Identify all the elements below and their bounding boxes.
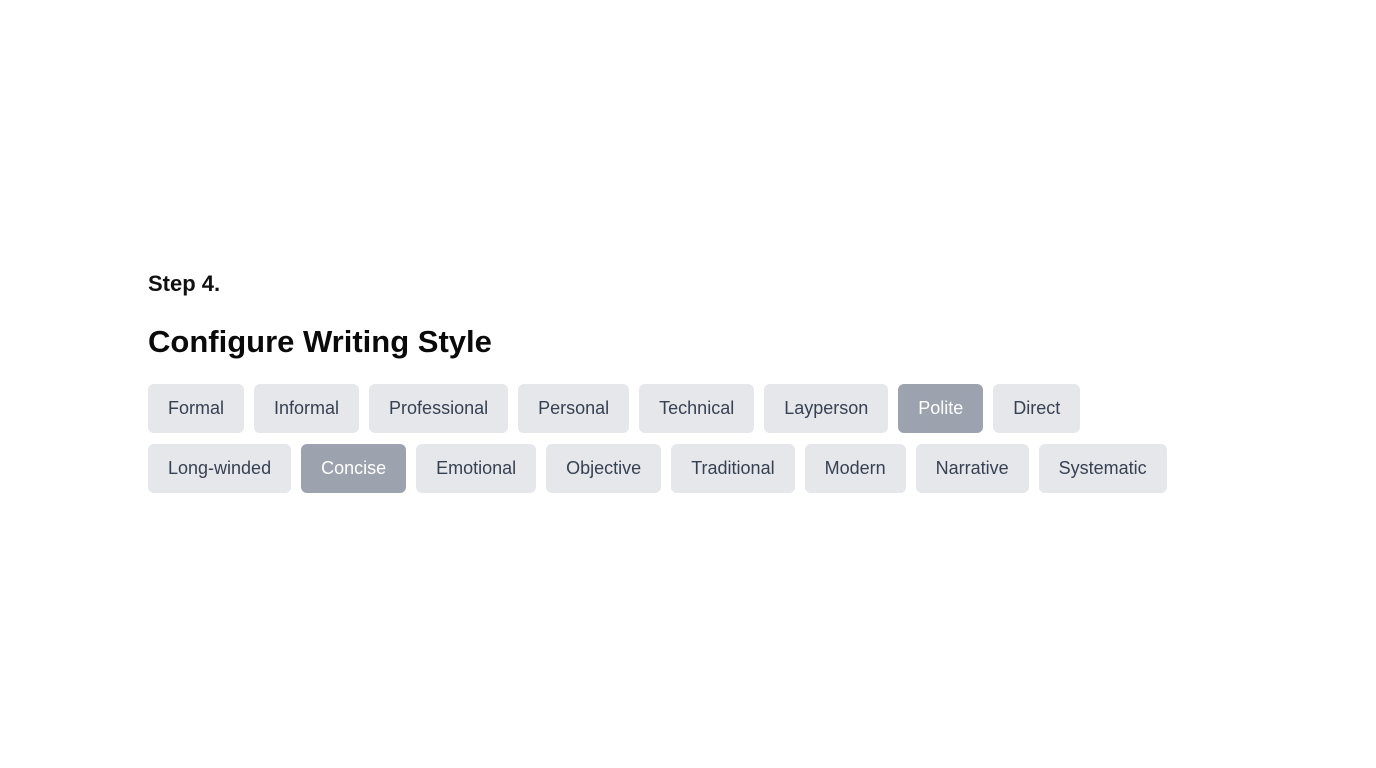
style-option-technical[interactable]: Technical — [639, 384, 755, 433]
style-option-professional[interactable]: Professional — [369, 384, 509, 433]
style-options: Formal Informal Professional Personal Te… — [148, 384, 1228, 493]
style-option-emotional[interactable]: Emotional — [416, 444, 537, 493]
page-title: Configure Writing Style — [148, 324, 492, 359]
style-option-objective[interactable]: Objective — [546, 444, 662, 493]
style-option-personal[interactable]: Personal — [518, 384, 630, 433]
style-option-modern[interactable]: Modern — [804, 444, 906, 493]
style-option-polite[interactable]: Polite — [898, 384, 984, 433]
style-option-formal[interactable]: Formal — [148, 384, 245, 433]
step-label: Step 4. — [148, 271, 221, 296]
style-option-informal[interactable]: Informal — [254, 384, 360, 433]
style-option-long-winded[interactable]: Long-winded — [148, 444, 292, 493]
style-option-layperson[interactable]: Layperson — [764, 384, 889, 433]
style-option-narrative[interactable]: Narrative — [915, 444, 1029, 493]
writing-style-step: Step 4. Configure Writing Style Formal I… — [148, 268, 1248, 493]
style-option-traditional[interactable]: Traditional — [671, 444, 795, 493]
style-option-concise[interactable]: Concise — [301, 444, 407, 493]
style-option-systematic[interactable]: Systematic — [1038, 444, 1167, 493]
style-option-direct[interactable]: Direct — [993, 384, 1081, 433]
